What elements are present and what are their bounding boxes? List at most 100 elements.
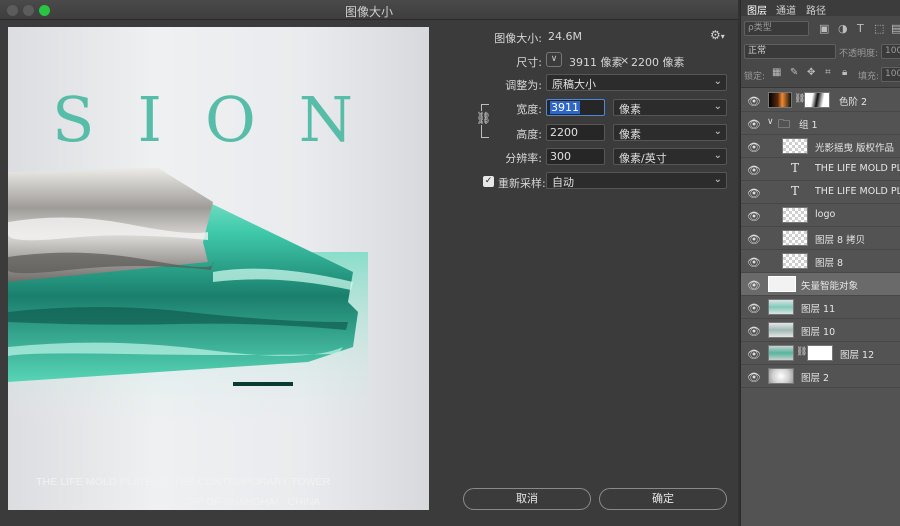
fill-label: 填充:	[858, 72, 880, 82]
eye-icon[interactable]: 👁︎	[747, 256, 761, 269]
eye-icon[interactable]: 👁︎	[747, 164, 761, 177]
layer-row[interactable]: 👁︎ 图层 8 拷贝	[741, 227, 900, 250]
fit-to-select[interactable]: 原稿大小 ⌄	[546, 74, 727, 91]
fill-input[interactable]: 100	[881, 67, 900, 82]
image-size-value: 24.6M	[548, 30, 582, 43]
layer-thumbnail	[768, 322, 794, 338]
width-input[interactable]: 3911	[546, 99, 605, 116]
eye-icon[interactable]: 👁︎	[747, 210, 761, 223]
eye-icon[interactable]: 👁︎	[747, 371, 761, 384]
layer-row[interactable]: 👁︎ ⛓ 图层 12	[741, 342, 900, 365]
adjustment-thumbnail	[768, 92, 792, 108]
dialog-title: 图像大小	[344, 5, 393, 19]
width-label: 宽度:	[516, 103, 542, 116]
eye-icon[interactable]: 👁︎	[747, 233, 761, 246]
smart-object-filter-icon[interactable]: ▤	[891, 22, 900, 35]
chevron-down-icon: ⌄	[713, 101, 722, 112]
chevron-down-icon: ⌄	[713, 126, 722, 137]
height-unit-select[interactable]: 像素 ⌄	[613, 124, 727, 141]
lock-artboard-icon[interactable]: ⌗	[825, 67, 831, 78]
lock-transparent-icon[interactable]: ▦	[772, 67, 781, 78]
preview-caption-line1: THE LIFE MOLD PLATE OF THE CONTEMPORARY …	[36, 476, 331, 488]
eye-icon[interactable]: 👁︎	[747, 348, 761, 361]
blend-mode-select[interactable]: 正常	[744, 44, 836, 59]
tab-layers[interactable]: 图层	[747, 2, 767, 17]
opacity-input[interactable]: 100	[881, 44, 900, 59]
glass-sculpture-image	[8, 168, 368, 422]
layer-thumbnail	[782, 253, 808, 269]
chevron-down-icon: ⌄	[713, 76, 722, 87]
layer-name: 光影摇曳 版权作品	[815, 143, 895, 154]
pixel-filter-icon[interactable]: ▣	[819, 22, 829, 35]
width-unit-select[interactable]: 像素 ⌄	[613, 99, 727, 116]
height-input[interactable]: 2200	[546, 124, 605, 141]
dimensions-unit-dropdown[interactable]: ∨	[546, 52, 562, 67]
resample-select[interactable]: 自动 ⌄	[546, 172, 727, 189]
resample-label: 重新采样:	[498, 177, 546, 190]
layer-row[interactable]: 👁︎ 图层 11	[741, 296, 900, 319]
layer-row[interactable]: 👁︎ logo	[741, 204, 900, 227]
layer-thumbnail	[782, 138, 808, 154]
resample-value: 自动	[552, 176, 574, 189]
type-layer-icon: T	[791, 161, 800, 175]
layer-row[interactable]: 👁︎ 图层 2	[741, 365, 900, 388]
layer-name: THE LIFE MOLD PLA	[815, 163, 900, 174]
layer-row[interactable]: 👁︎ ∨ 🗀 组 1	[741, 112, 900, 135]
lock-pixels-icon[interactable]: ✎	[790, 67, 798, 78]
fit-to-label: 调整为:	[505, 79, 542, 92]
resolution-unit-select[interactable]: 像素/英寸 ⌄	[613, 148, 727, 165]
layer-row[interactable]: 👁︎ ⛓ 色阶 2	[741, 89, 900, 112]
shape-filter-icon[interactable]: ⬚	[874, 22, 884, 35]
eye-icon[interactable]: 👁︎	[747, 141, 761, 154]
layer-name: 图层 8	[815, 258, 844, 269]
layer-name: 色阶 2	[839, 97, 868, 108]
layer-row[interactable]: 👁︎ 图层 8	[741, 250, 900, 273]
resolution-label: 分辨率:	[505, 152, 542, 165]
eye-icon[interactable]: 👁︎	[747, 118, 761, 131]
fit-to-value: 原稿大小	[552, 78, 596, 91]
resample-checkbox[interactable]: ✓	[483, 176, 494, 187]
eye-icon[interactable]: 👁︎	[747, 95, 761, 108]
chevron-down-icon[interactable]: ∨	[767, 117, 774, 127]
layer-row[interactable]: 👁︎ T THE LIFE MOLD PLA	[741, 181, 900, 204]
chevron-down-icon: ∨	[550, 54, 558, 64]
tab-paths[interactable]: 路径	[806, 2, 826, 17]
dimensions-width: 3911 像素	[569, 56, 623, 69]
cancel-button[interactable]: 取消	[463, 488, 591, 510]
filter-kind-select[interactable]: ρ类型	[744, 21, 809, 36]
layer-name: 矢量智能对象	[801, 281, 859, 292]
layer-thumbnail	[782, 207, 808, 223]
lock-label: 锁定:	[744, 72, 766, 82]
title-bar[interactable]: 图像大小	[0, 0, 738, 20]
chevron-down-icon: ⌄	[713, 150, 722, 161]
layer-row-selected[interactable]: 👁︎ 矢量智能对象	[741, 273, 900, 296]
ok-button[interactable]: 确定	[599, 488, 727, 510]
layer-name: THE LIFE MOLD PLA	[815, 186, 900, 197]
eye-icon[interactable]: 👁︎	[747, 187, 761, 200]
tab-channels[interactable]: 通道	[776, 2, 796, 17]
layer-row[interactable]: 👁︎ 图层 10	[741, 319, 900, 342]
width-value: 3911	[550, 101, 580, 114]
image-size-label: 图像大小:	[494, 32, 542, 45]
lock-all-icon[interactable]: 🔒︎	[842, 67, 847, 78]
height-unit-value: 像素	[619, 128, 641, 141]
chevron-down-icon: ⌄	[713, 174, 722, 185]
lock-position-icon[interactable]: ✥	[807, 67, 815, 78]
resolution-input[interactable]: 300	[546, 148, 605, 165]
eye-icon[interactable]: 👁︎	[747, 302, 761, 315]
adjustment-filter-icon[interactable]: ◑	[838, 22, 848, 35]
folder-icon: 🗀	[778, 117, 791, 131]
layer-row[interactable]: 👁︎ 光影摇曳 版权作品	[741, 135, 900, 158]
layer-name: 图层 8 拷贝	[815, 235, 866, 246]
layer-name: 图层 12	[840, 350, 875, 361]
opacity-label: 不透明度:	[839, 49, 879, 59]
gear-icon[interactable]: ⚙▾	[710, 28, 725, 42]
height-label: 高度:	[516, 128, 542, 141]
image-preview[interactable]: SION THE LIFE MOLD PLATE OF THE CONTEMPO…	[8, 27, 429, 510]
layer-thumbnail	[768, 299, 794, 315]
width-unit-value: 像素	[619, 103, 641, 116]
eye-icon[interactable]: 👁︎	[747, 279, 761, 292]
layer-row[interactable]: 👁︎ T THE LIFE MOLD PLA	[741, 158, 900, 181]
type-filter-icon[interactable]: T	[857, 22, 864, 35]
eye-icon[interactable]: 👁︎	[747, 325, 761, 338]
